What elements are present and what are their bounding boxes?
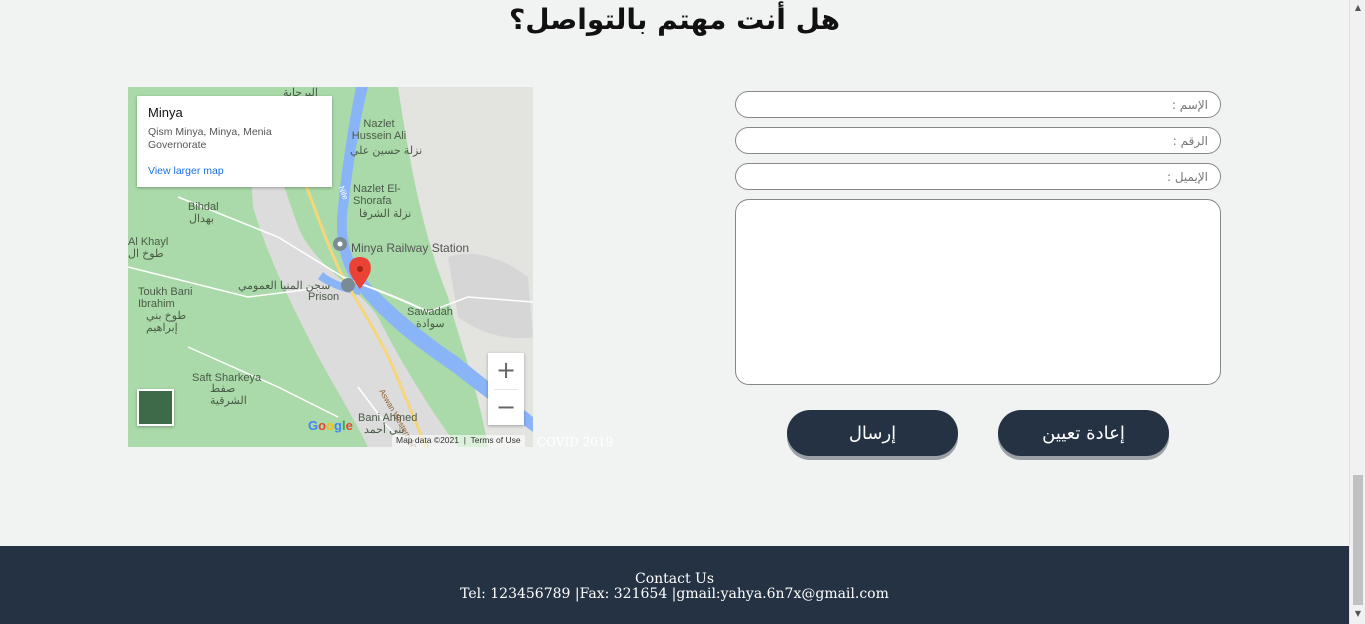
embedded-map[interactable]: البرجاية Nazlet Hussein Ali نزلة حسين عل… bbox=[128, 87, 533, 447]
terms-link[interactable]: Terms of Use bbox=[471, 435, 521, 445]
map-label-nazlet-shorafa: Nazlet El-Shorafa bbox=[353, 183, 401, 207]
map-label-toukh: Toukh Bani Ibrahim bbox=[138, 286, 193, 310]
reset-button[interactable]: إعادة تعيين bbox=[998, 410, 1169, 456]
map-attribution: Map data ©2021 | Terms of Use bbox=[392, 435, 525, 447]
message-textarea[interactable] bbox=[735, 199, 1221, 385]
satellite-toggle-button[interactable] bbox=[137, 389, 174, 426]
scroll-thumb[interactable] bbox=[1353, 475, 1363, 605]
view-larger-map-link[interactable]: View larger map bbox=[148, 165, 321, 177]
map-label-sawadah-ar: سوادة bbox=[416, 318, 445, 330]
map-label-nazlet-hussein: Nazlet Hussein Ali bbox=[351, 118, 407, 142]
map-data-text: Map data ©2021 bbox=[396, 435, 459, 445]
map-label-nazlet-shorafa-ar: نزلة الشرفا bbox=[359, 208, 412, 220]
email-input[interactable] bbox=[735, 163, 1221, 190]
google-logo: Google bbox=[308, 418, 353, 433]
page: هل أنت مهتم بالتواصل؟ البرجاية Nazlet Hu… bbox=[0, 0, 1349, 624]
page-heading: هل أنت مهتم بالتواصل؟ bbox=[508, 3, 841, 36]
page-scrollbar[interactable]: ▲ ▼ bbox=[1349, 0, 1365, 624]
map-label-nazlet-hussein-ar: نزلة حسين علي bbox=[350, 145, 423, 157]
covid-text: COVID 2019 bbox=[537, 435, 614, 449]
map-label-khayl-ar: طوخ ال bbox=[128, 248, 164, 260]
zoom-controls: + − bbox=[488, 353, 524, 425]
footer-contact-info: Tel: 123456789 |Fax: 321654 |gmail:yahya… bbox=[460, 586, 889, 602]
zoom-in-button[interactable]: + bbox=[488, 353, 524, 389]
map-label-bihdal: Bihdal bbox=[188, 201, 219, 213]
map-label-sawadah: Sawadah bbox=[407, 306, 453, 318]
scroll-down-icon[interactable]: ▼ bbox=[1350, 606, 1365, 622]
send-button[interactable]: إرسال bbox=[787, 410, 958, 456]
number-input[interactable] bbox=[735, 127, 1221, 154]
place-info-card: Minya Qism Minya, Minya, Menia Governora… bbox=[137, 96, 332, 187]
map-label-saft-ar: صفط الشرقية bbox=[210, 383, 247, 407]
footer-title: Contact Us bbox=[634, 571, 715, 587]
place-address: Qism Minya, Minya, Menia Governorate bbox=[148, 126, 272, 151]
map-label-khayl: Al Khayl bbox=[128, 236, 169, 248]
map-label-prison: Prison bbox=[308, 291, 340, 303]
scroll-up-icon[interactable]: ▲ bbox=[1350, 0, 1365, 16]
place-title: Minya bbox=[148, 105, 183, 120]
map-label-bihdal-ar: بهدال bbox=[189, 213, 214, 225]
zoom-out-button[interactable]: − bbox=[488, 390, 524, 426]
map-label-railway: Minya Railway Station bbox=[351, 241, 470, 255]
footer: Contact Us Tel: 123456789 |Fax: 321654 |… bbox=[0, 546, 1349, 624]
name-input[interactable] bbox=[735, 91, 1221, 118]
map-label-toukh-ar: طوخ بني إبراهيم bbox=[146, 310, 187, 334]
